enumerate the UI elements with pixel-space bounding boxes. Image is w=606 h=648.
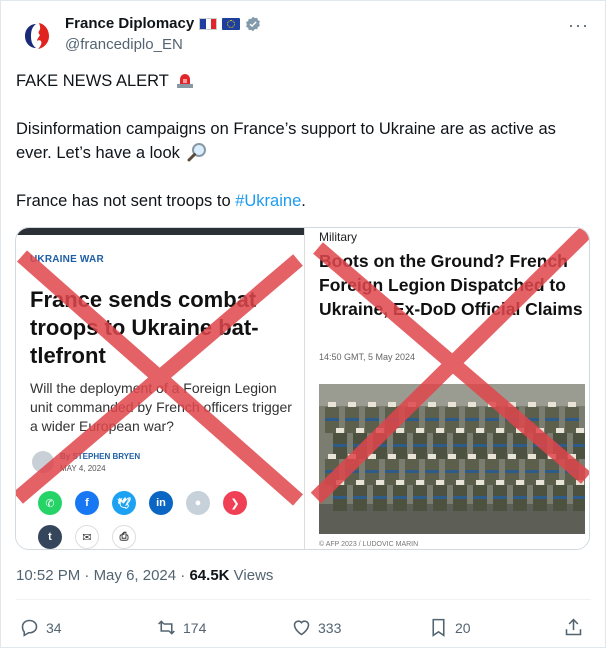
tweet-text: FAKE NEWS ALERT Disinformation campaigns… [16,69,591,237]
media-attachment[interactable]: UKRAINE WAR France sends combat troops t… [15,227,590,550]
like-button[interactable]: 333 [291,617,341,638]
article-screenshot-right[interactable]: Military Boots on the Ground? French For… [305,228,589,549]
article-timestamp: 14:50 GMT, 5 May 2024 [319,352,416,362]
tweet-card: France Diplomacy @francediplo_EN ··· FAK… [0,0,606,648]
tweet-time[interactable]: 10:52 PM [16,567,80,584]
france-flag-icon [199,17,218,30]
article-headline-right: Boots on the Ground? French Foreign Legi… [319,251,583,319]
eu-flag-icon [222,17,241,30]
article-kicker: UKRAINE WAR [30,254,104,265]
article-byline: By STEPHEN BRYEN MAY 4, 2024 [32,451,140,475]
like-count: 333 [318,619,342,636]
heart-icon [293,620,310,636]
handle[interactable]: @francediplo_EN [65,36,183,53]
article-topbar [16,228,304,235]
photo-credit: © AFP 2023 / LUDOVIC MARIN [319,541,419,548]
verified-badge-icon [246,16,261,31]
name-row: France Diplomacy [65,15,261,32]
tumblr-share-icon[interactable]: t [38,525,62,549]
avatar[interactable] [15,15,57,57]
repost-button[interactable]: 174 [156,617,206,638]
tweet-line-1: FAKE NEWS ALERT [16,69,591,93]
reddit-share-icon[interactable]: ● [186,491,210,515]
bookmark-count: 20 [455,619,471,636]
pocket-share-icon[interactable]: ❯ [223,491,247,515]
bookmark-icon [432,618,445,637]
author-name: By STEPHEN BRYEN [60,452,141,461]
display-name[interactable]: France Diplomacy [65,15,194,32]
views-count: 64.5K [189,567,230,584]
facebook-share-icon[interactable]: f [75,491,99,515]
reply-count: 34 [46,619,62,636]
reply-icon [21,619,38,637]
soldiers-parade-photo [319,384,585,534]
action-bar: 34 174 333 20 [1,613,606,643]
article-category: Military [319,230,357,244]
repost-icon [158,620,175,635]
author-avatar [32,451,54,473]
share-buttons-row-2: t ✉ ⎙ [38,525,136,549]
article-date: MAY 4, 2024 [60,464,106,473]
linkedin-share-icon[interactable]: in [149,491,173,515]
magnifying-glass-emoji-icon [187,143,207,162]
reply-button[interactable]: 34 [19,617,62,638]
bookmark-button[interactable]: 20 [428,617,471,638]
tweet-line-2: Disinformation campaigns on France’s sup… [16,120,556,162]
repost-count: 174 [183,619,207,636]
divider [16,599,591,600]
share-icon [565,618,582,636]
twitter-share-icon[interactable]: 🕊 [112,491,136,515]
tweet-meta: 10:52 PM · May 6, 2024 · 64.5K Views [16,567,274,584]
tweet-line-3: France has not sent troops to #Ukraine. [16,192,306,210]
article-screenshot-left[interactable]: UKRAINE WAR France sends combat troops t… [16,228,304,549]
whatsapp-share-icon[interactable]: ✆ [38,491,62,515]
share-button[interactable] [563,617,584,638]
views-label: Views [229,567,274,584]
share-buttons-row-1: ✆ f 🕊 in ● ❯ [38,491,247,515]
print-share-icon[interactable]: ⎙ [112,525,136,549]
hashtag-link[interactable]: #Ukraine [235,192,301,210]
tweet-date[interactable]: May 6, 2024 [94,567,177,584]
siren-emoji-icon [177,74,194,88]
article-headline-left: France sends combat troops to Ukraine ba… [30,287,259,368]
more-options-icon[interactable]: ··· [568,15,589,36]
article-subhead-left: Will the deployment of a Foreign Legion … [30,380,292,434]
email-share-icon[interactable]: ✉ [75,525,99,549]
